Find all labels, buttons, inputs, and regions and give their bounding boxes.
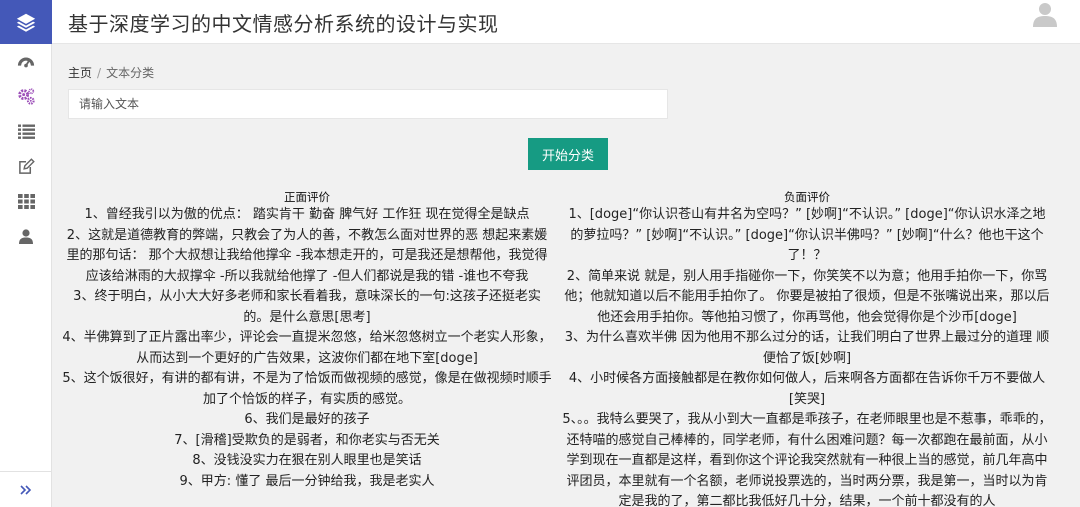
layers-icon	[16, 13, 36, 32]
breadcrumb-separator: /	[97, 66, 102, 80]
negative-reviews-column: 负面评价 1、[doge]“你认识苍山有井名为空吗？” [妙啊]“不认识。” […	[562, 189, 1052, 507]
positive-reviews-title: 正面评价	[284, 190, 330, 204]
sidebar-item-list[interactable]	[0, 114, 52, 149]
negative-review-item: 2、简单来说 就是，别人用手指碰你一下，你笑笑不以为意；他用手拍你一下，你骂他；…	[564, 268, 1050, 325]
positive-review-item: 8、没钱没实力在狠在别人眼里也是笑话	[192, 453, 422, 468]
negative-reviews-title: 负面评价	[784, 190, 830, 204]
logo[interactable]	[0, 0, 52, 44]
positive-review-item: 2、这就是道德教育的弊端，只教会了为人的善，不教怎么面对世界的恶 想起来素媛里的…	[66, 227, 548, 284]
sidebar	[0, 44, 52, 507]
breadcrumb-home[interactable]: 主页	[68, 66, 92, 80]
sidebar-expand-toggle[interactable]	[0, 471, 52, 507]
breadcrumb: 主页 / 文本分类	[68, 64, 154, 81]
sidebar-item-user[interactable]	[0, 219, 52, 254]
negative-review-item: 4、小时候各方面接触都是在教你如何做人，后来啊各方面都在告诉你千万不要做人[笑哭…	[568, 371, 1046, 407]
sidebar-item-edit[interactable]	[0, 149, 52, 184]
positive-review-item: 7、[滑稽]受欺负的是弱者，和你老实与否无关	[174, 432, 440, 448]
negative-review-item: 5、。。我特么要哭了，我从小到大一直都是乖孩子，在老师眼里也是不惹事，乖乖的，还…	[562, 412, 1052, 507]
negative-review-item: 3、为什么喜欢半佛 因为他用不那么过分的话，让我们明白了世界上最过分的道理 顺便…	[564, 330, 1050, 366]
positive-review-item: 4、半佛算到了正片露出率少，评论会一直提米忽悠，给米忽悠树立一个老实人形象，从而…	[62, 330, 552, 366]
edit-icon	[18, 158, 35, 174]
breadcrumb-current: 文本分类	[106, 66, 155, 80]
negative-review-item: 1、[doge]“你认识苍山有井名为空吗？” [妙啊]“不认识。” [doge]…	[568, 207, 1046, 263]
app-title: 基于深度学习的中文情感分析系统的设计与实现	[68, 12, 499, 36]
dashboard-icon	[17, 57, 35, 67]
sidebar-item-classify[interactable]	[0, 79, 52, 114]
positive-review-item: 6、我们是最好的孩子	[244, 412, 370, 427]
user-avatar-icon[interactable]	[1032, 1, 1058, 27]
top-header: 基于深度学习的中文情感分析系统的设计与实现	[52, 0, 1080, 44]
negative-reviews-list: 1、[doge]“你认识苍山有井名为空吗？” [妙啊]“不认识。” [doge]…	[562, 205, 1052, 507]
positive-review-item: 1、曾经我引以为傲的优点： 踏实肯干 勤奋 脾气好 工作狂 现在觉得全是缺点	[84, 207, 530, 222]
text-input[interactable]	[68, 89, 668, 119]
positive-reviews-list: 1、曾经我引以为傲的优点： 踏实肯干 勤奋 脾气好 工作狂 现在觉得全是缺点 2、…	[62, 205, 552, 492]
cogs-icon	[17, 88, 35, 105]
positive-review-item: 3、终于明白，从小大大好多老师和家长看着我，意味深长的一句:这孩子还挺老实的。是…	[73, 289, 541, 325]
grid-icon	[17, 194, 35, 209]
chevron-double-right-icon	[20, 484, 32, 495]
user-icon	[19, 229, 33, 244]
sidebar-item-dashboard[interactable]	[0, 44, 52, 79]
classify-button[interactable]: 开始分类	[528, 138, 608, 170]
positive-review-item: 5、这个饭很好，有讲的都有讲，不是为了恰饭而做视频的感觉，像是在做视频时顺手加了…	[62, 371, 552, 407]
main-content: 主页 / 文本分类 开始分类 正面评价 1、曾经我引以为傲的优点： 踏实肯干 勤奋 …	[52, 44, 1080, 507]
positive-review-item: 9、甲方: 懂了 最后一分钟给我，我是老实人	[179, 473, 435, 489]
list-icon	[17, 124, 35, 139]
sidebar-item-apps[interactable]	[0, 184, 52, 219]
positive-reviews-column: 正面评价 1、曾经我引以为傲的优点： 踏实肯干 勤奋 脾气好 工作狂 现在觉得全…	[62, 189, 552, 492]
